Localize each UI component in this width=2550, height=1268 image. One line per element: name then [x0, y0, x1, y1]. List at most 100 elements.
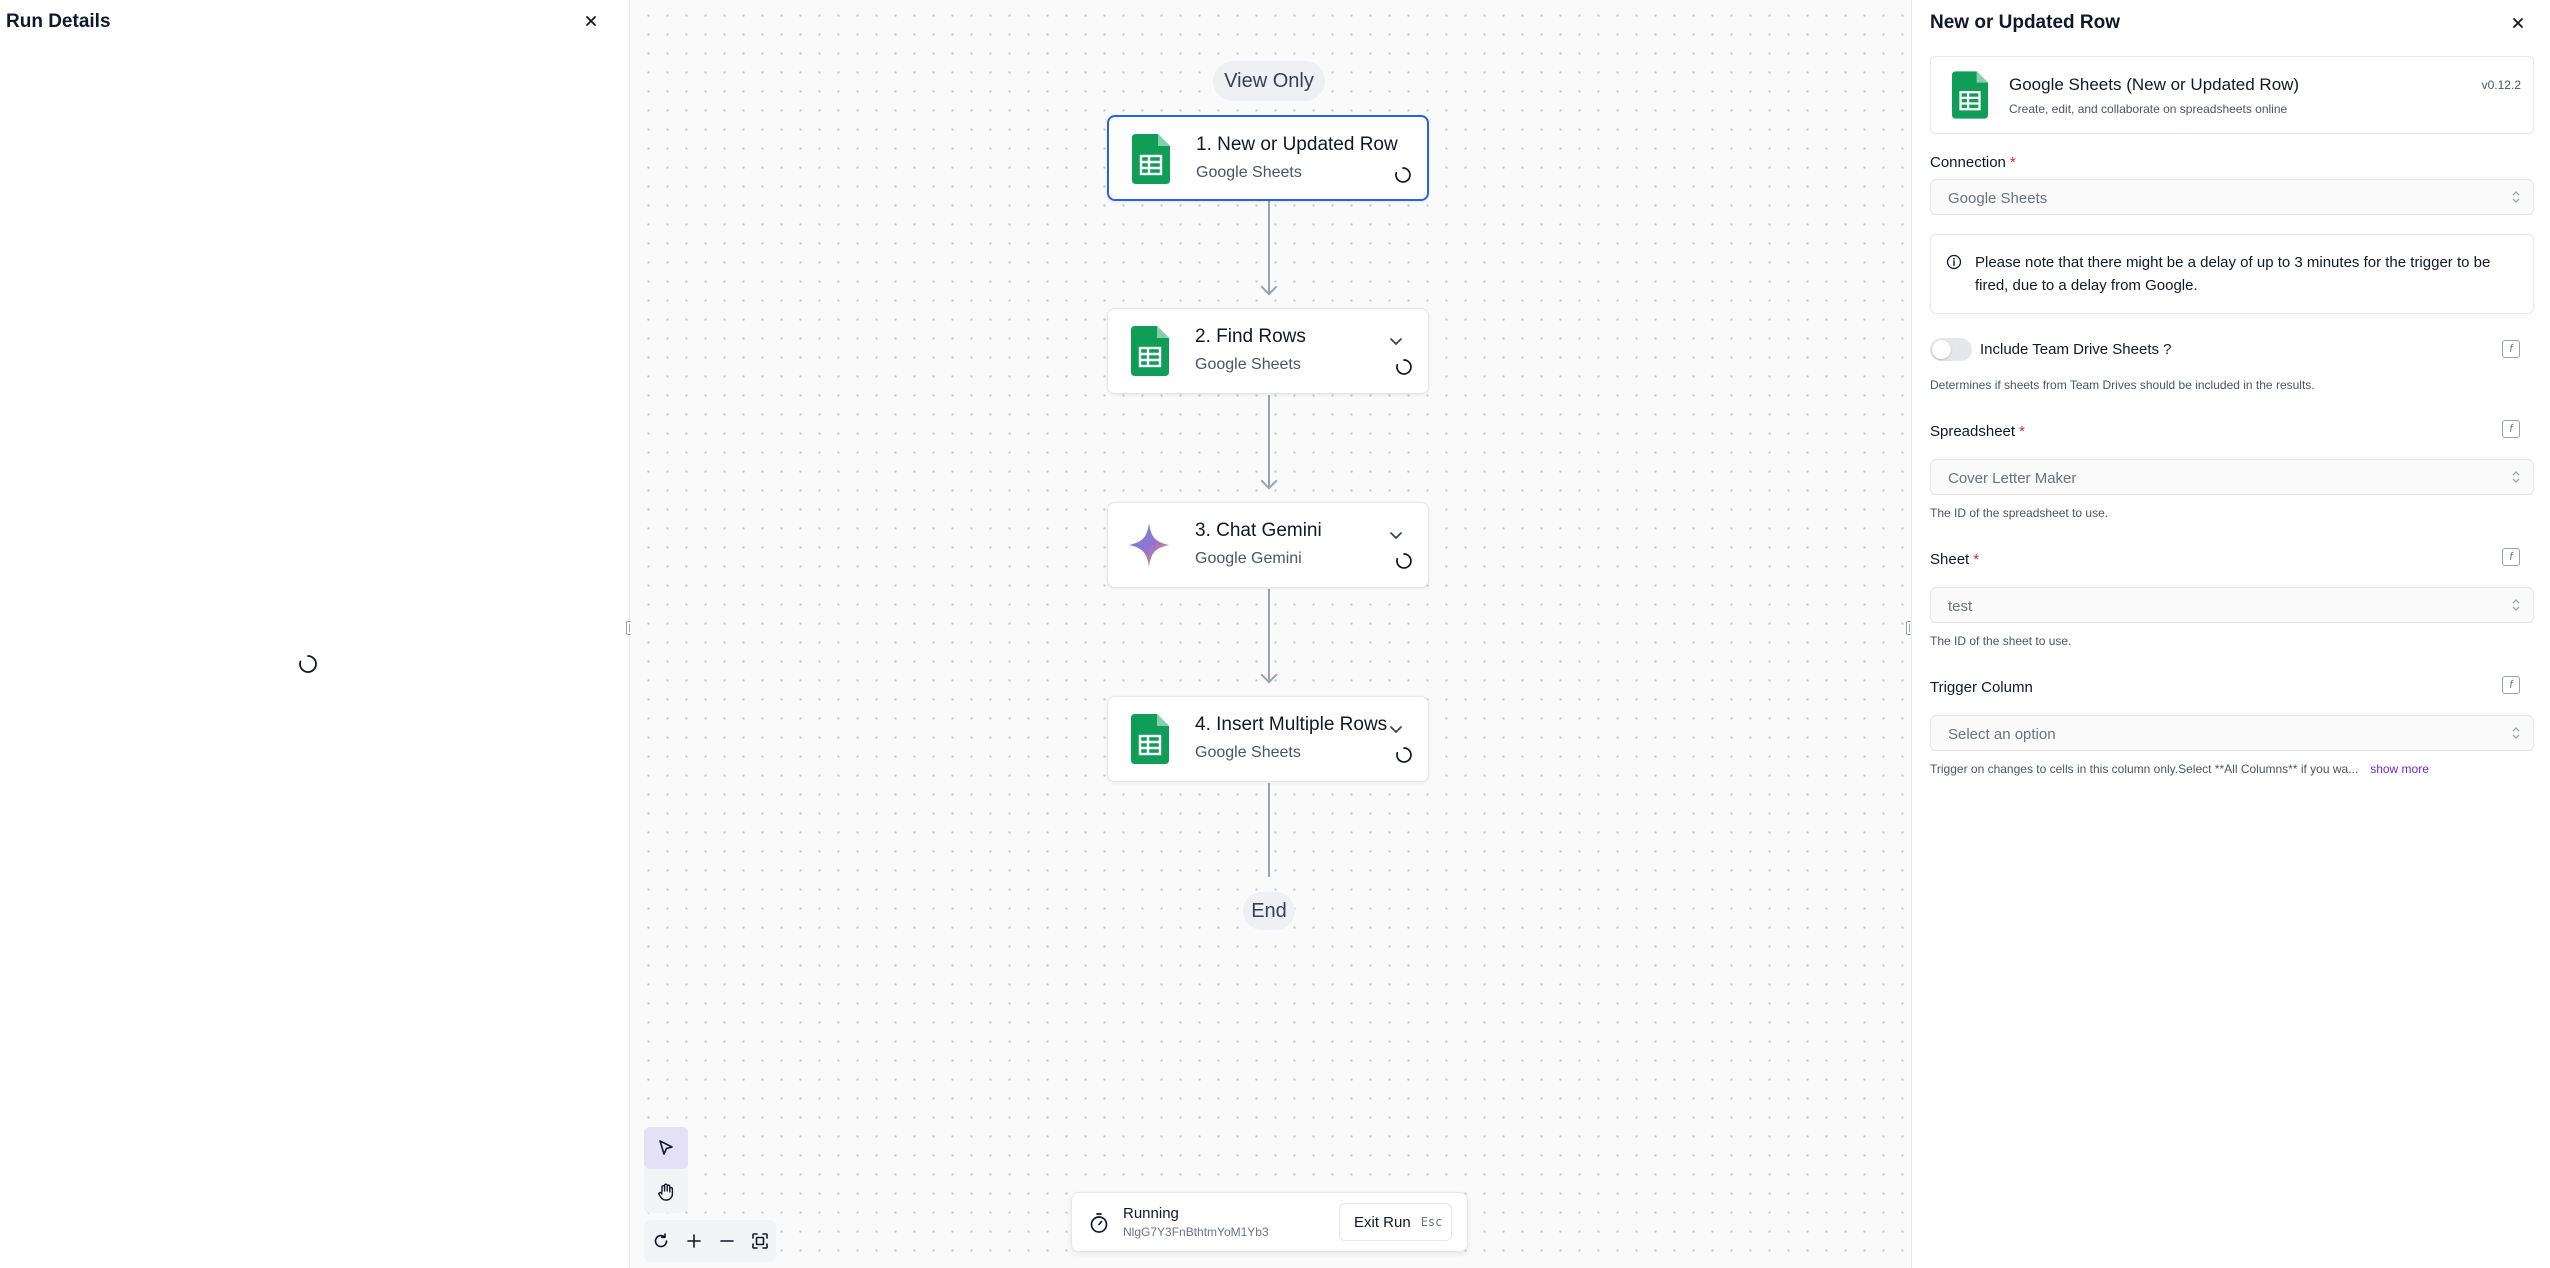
pan-mode-button[interactable] — [644, 1171, 688, 1213]
google-sheets-icon — [1132, 134, 1170, 184]
piece-description: Create, edit, and collaborate on spreads… — [2009, 102, 2288, 116]
formula-toggle-icon[interactable]: f — [2502, 340, 2520, 358]
exit-run-button[interactable]: Exit Run Esc — [1339, 1203, 1452, 1241]
required-marker: * — [1973, 551, 1980, 568]
step-subtitle: Google Sheets — [1196, 164, 1302, 181]
sheet-label: Sheet * — [1930, 551, 1979, 568]
loading-spinner-icon — [1393, 165, 1413, 185]
notice-text: Please note that there might be a delay … — [1975, 254, 2491, 294]
loading-spinner-icon — [1394, 357, 1414, 377]
step-title: 4. Insert Multiple Rows — [1195, 714, 1388, 735]
google-sheets-icon — [1131, 326, 1169, 376]
step-settings-panel: New or Updated Row Google Sheets (New or… — [1911, 0, 2550, 1268]
run-details-panel: Run Details — [0, 0, 630, 1268]
spreadsheet-select[interactable]: Cover Letter Maker — [1930, 459, 2534, 495]
trigger-column-label: Trigger Column — [1930, 679, 2033, 696]
connection-label: Connection * — [1930, 154, 2016, 171]
trigger-column-select[interactable]: Select an option — [1930, 715, 2534, 751]
delay-notice: Please note that there might be a delay … — [1930, 234, 2534, 314]
formula-toggle-icon[interactable]: f — [2502, 548, 2520, 566]
step-subtitle: Google Gemini — [1195, 550, 1302, 567]
sheet-label-text: Sheet — [1930, 551, 1970, 568]
step-subtitle: Google Sheets — [1195, 744, 1301, 761]
exit-run-label: Exit Run — [1354, 1213, 1411, 1231]
pointer-icon — [659, 1140, 673, 1155]
sheet-select[interactable]: test — [1930, 587, 2534, 623]
spreadsheet-label-text: Spreadsheet — [1930, 423, 2016, 440]
chevron-updown-icon — [2512, 471, 2520, 483]
chevron-down-icon[interactable] — [1388, 721, 1404, 737]
plus-icon — [686, 1234, 701, 1248]
gemini-icon — [1129, 520, 1169, 570]
zoom-in-button[interactable] — [677, 1220, 710, 1262]
zoom-out-button[interactable] — [710, 1220, 743, 1262]
fit-screen-icon — [751, 1233, 768, 1249]
spreadsheet-value: Cover Letter Maker — [1948, 470, 2077, 487]
close-icon[interactable] — [580, 10, 602, 32]
required-marker: * — [2019, 423, 2025, 440]
show-more-link[interactable]: show more — [2370, 762, 2429, 776]
step-subtitle: Google Sheets — [1195, 356, 1301, 373]
team-drive-label: Include Team Drive Sheets ? — [1980, 341, 2172, 358]
connection-select[interactable]: Google Sheets — [1930, 179, 2534, 215]
loading-spinner-icon — [297, 653, 319, 675]
fit-view-button[interactable] — [743, 1220, 776, 1262]
team-drive-help: Determines if sheets from Team Drives sh… — [1930, 378, 2315, 392]
canvas-mode-toolbar — [644, 1127, 688, 1213]
run-status-bar: Running NlgG7Y3FnBthtmYoM1Yb3 Exit Run E… — [1071, 1192, 1468, 1252]
settings-title: New or Updated Row — [1930, 12, 2121, 33]
keyboard-shortcut: Esc — [1420, 1215, 1443, 1229]
loading-spinner-icon — [1394, 745, 1414, 765]
trigger-column-placeholder: Select an option — [1948, 726, 2056, 743]
view-only-badge: View Only — [1213, 61, 1325, 101]
spreadsheet-help: The ID of the spreadsheet to use. — [1930, 506, 2109, 520]
step-card-2[interactable]: 2. Find Rows Google Sheets — [1107, 308, 1429, 394]
close-icon[interactable] — [2507, 12, 2529, 34]
run-id-text: NlgG7Y3FnBthtmYoM1Yb3 — [1123, 1225, 1269, 1239]
step-title: 2. Find Rows — [1195, 326, 1306, 347]
hand-icon — [658, 1183, 674, 1201]
formula-toggle-icon[interactable]: f — [2502, 420, 2520, 438]
spreadsheet-label: Spreadsheet * — [1930, 423, 2025, 440]
flow-canvas[interactable]: View Only 1. New or Updated Row Google S… — [631, 0, 1910, 1268]
chevron-updown-icon — [2512, 191, 2520, 203]
step-title: 1. New or Updated Row — [1196, 134, 1398, 155]
piece-version: v0.12.2 — [2481, 78, 2521, 92]
arrow-down-icon — [1260, 472, 1278, 490]
sheet-help: The ID of the sheet to use. — [1930, 634, 2072, 648]
google-sheets-icon — [1952, 71, 1988, 119]
google-sheets-icon — [1131, 714, 1169, 764]
chevron-down-icon[interactable] — [1388, 333, 1404, 349]
formula-toggle-icon[interactable]: f — [2502, 676, 2520, 694]
trigger-column-label-text: Trigger Column — [1930, 679, 2033, 696]
refresh-icon — [654, 1233, 667, 1248]
chevron-updown-icon — [2512, 599, 2520, 611]
arrow-down-icon — [1260, 278, 1278, 296]
piece-info-card: Google Sheets (New or Updated Row) Creat… — [1930, 56, 2534, 134]
chevron-updown-icon — [2512, 727, 2520, 739]
trigger-column-help: Trigger on changes to cells in this colu… — [1930, 762, 2429, 776]
step-card-1[interactable]: 1. New or Updated Row Google Sheets — [1107, 115, 1429, 201]
arrow-down-icon — [1260, 666, 1278, 684]
reset-view-button[interactable] — [644, 1220, 677, 1262]
run-details-title: Run Details — [6, 11, 111, 32]
piece-name: Google Sheets (New or Updated Row) — [2009, 75, 2300, 94]
connection-value: Google Sheets — [1948, 190, 2048, 207]
select-mode-button[interactable] — [644, 1127, 688, 1169]
toggle-knob — [1932, 340, 1951, 359]
step-card-3[interactable]: 3. Chat Gemini Google Gemini — [1107, 502, 1429, 588]
step-title: 3. Chat Gemini — [1195, 520, 1322, 541]
stopwatch-icon — [1088, 1212, 1110, 1239]
sheet-value: test — [1948, 598, 1973, 615]
step-card-4[interactable]: 4. Insert Multiple Rows Google Sheets — [1107, 696, 1429, 782]
info-icon — [1946, 254, 1962, 270]
team-drive-toggle[interactable] — [1930, 338, 1972, 361]
required-marker: * — [2009, 154, 2016, 171]
run-status-text: Running — [1123, 1205, 1179, 1222]
connector-line — [1268, 783, 1270, 877]
end-badge: End — [1243, 892, 1295, 930]
chevron-down-icon[interactable] — [1388, 527, 1404, 543]
canvas-zoom-toolbar — [644, 1220, 776, 1262]
minus-icon — [719, 1240, 734, 1242]
loading-spinner-icon — [1394, 551, 1414, 571]
